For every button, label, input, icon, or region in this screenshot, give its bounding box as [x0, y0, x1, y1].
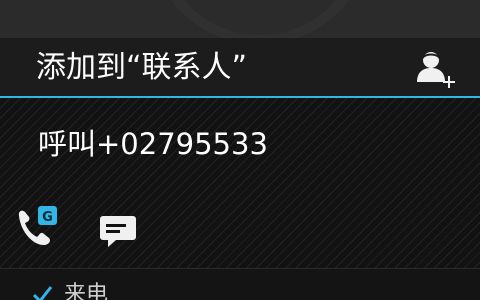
google-badge: G [42, 210, 53, 225]
phone-icon: G [18, 206, 57, 246]
call-number-row[interactable]: 呼叫+02795533 [0, 118, 480, 172]
add-contact-button[interactable] [416, 50, 458, 88]
call-number-label: 呼叫+02795533 [38, 127, 268, 161]
quick-actions-row: G [0, 198, 480, 254]
contact-photo-strip [0, 0, 480, 38]
add-to-contacts-bar[interactable]: 添加到“联系人” [0, 38, 480, 98]
send-message-button[interactable] [96, 210, 140, 250]
incoming-call-icon [32, 286, 53, 300]
add-person-icon [417, 52, 455, 88]
call-history-row[interactable]: 来电 [0, 268, 480, 300]
contact-detail-area: 呼叫+02795533 G [0, 98, 480, 268]
call-type-label: 来电 [64, 282, 109, 300]
phone-call-button[interactable]: G [14, 206, 62, 250]
photo-placeholder-arc [150, 0, 370, 38]
message-icon [100, 216, 136, 247]
add-to-contacts-title: 添加到“联系人” [36, 50, 248, 85]
